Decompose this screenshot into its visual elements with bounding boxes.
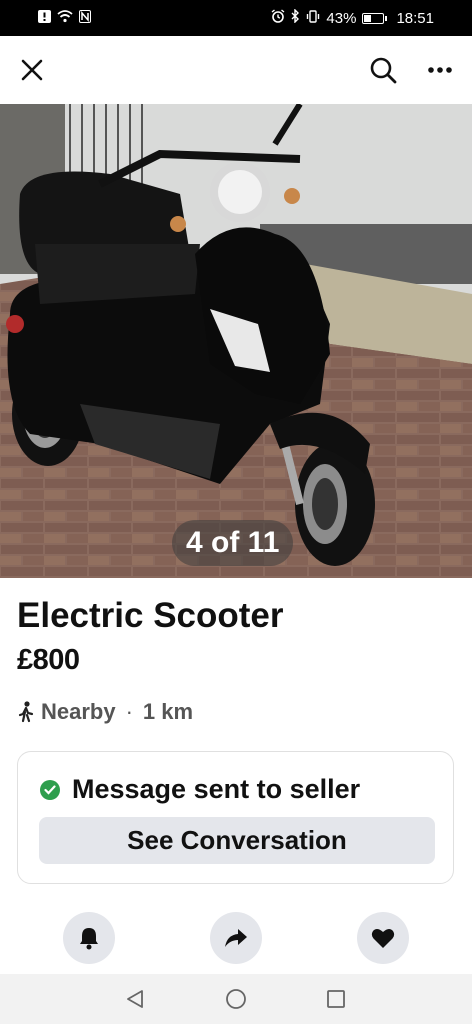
wifi-icon: [57, 9, 73, 27]
notify-button[interactable]: [63, 912, 115, 964]
clock: 18:51: [396, 9, 434, 27]
battery-percent: 43%: [326, 9, 357, 27]
separator-dot: ·: [125, 699, 133, 724]
battery-icon: [362, 12, 388, 24]
status-left-icons: [38, 9, 91, 27]
search-icon: [370, 57, 397, 84]
listing-price: £800: [17, 644, 80, 676]
bell-icon: [80, 928, 98, 950]
walking-icon: [18, 701, 34, 723]
vibrate-icon: [306, 9, 320, 27]
status-bar: 43% 18:51: [0, 0, 472, 36]
status-right-icons: 43% 18:51: [271, 8, 434, 27]
nfc-icon: [79, 9, 91, 27]
home-button[interactable]: [221, 984, 251, 1014]
share-icon: [225, 929, 247, 947]
close-button[interactable]: [12, 50, 52, 90]
save-button[interactable]: [357, 912, 409, 964]
listing-location: Nearby · 1 km: [17, 699, 193, 725]
recents-button[interactable]: [321, 984, 351, 1014]
back-button[interactable]: [120, 984, 150, 1014]
system-nav-bar: [0, 974, 472, 1024]
more-icon: [428, 67, 452, 73]
heart-icon: [371, 928, 395, 948]
top-app-bar: [0, 36, 472, 104]
listing-photo[interactable]: 4 of 11: [0, 104, 472, 578]
message-card: Message sent to seller See Conversation: [17, 751, 454, 884]
action-row: [0, 912, 472, 964]
battery-level: [364, 14, 372, 22]
share-button[interactable]: [210, 912, 262, 964]
listing-title: Electric Scooter: [17, 596, 284, 635]
home-icon: [226, 989, 246, 1009]
close-icon: [21, 59, 43, 81]
message-status-text: Message sent to seller: [72, 774, 361, 804]
recents-icon: [327, 990, 345, 1008]
check-circle-icon: [40, 779, 60, 800]
location-label: Nearby: [41, 699, 116, 724]
back-icon: [127, 990, 143, 1008]
photo-counter: 4 of 11: [172, 520, 294, 566]
distance-value: 1 km: [142, 699, 194, 724]
alarm-icon: [271, 9, 285, 27]
see-conversation-button[interactable]: See Conversation: [39, 817, 435, 864]
scooter-photo-illustration: [0, 104, 472, 578]
bluetooth-icon: [291, 8, 300, 27]
message-status: Message sent to seller: [40, 774, 360, 805]
more-options-button[interactable]: [420, 50, 460, 90]
notification-icon: [38, 9, 51, 27]
search-button[interactable]: [363, 50, 403, 90]
